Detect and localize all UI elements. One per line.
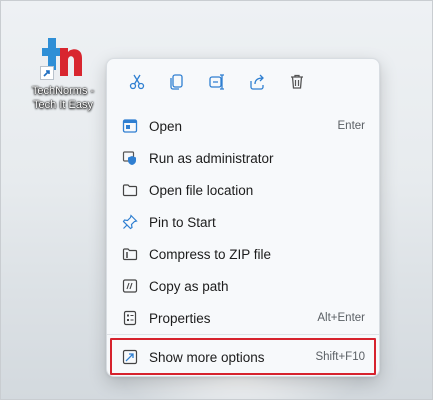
rename-icon bbox=[209, 74, 224, 90]
cut-icon bbox=[129, 74, 145, 90]
quick-actions-bar bbox=[107, 67, 379, 97]
properties-icon bbox=[121, 309, 139, 327]
menu-item-copy-as-path[interactable]: Copy as path bbox=[107, 270, 379, 302]
menu-item-label: Compress to ZIP file bbox=[149, 246, 272, 262]
pin-icon bbox=[121, 213, 139, 231]
shortcut-label-line1: TechNorms - bbox=[31, 85, 95, 97]
delete-button[interactable] bbox=[277, 67, 317, 97]
menu-item-shortcut: Enter bbox=[337, 120, 366, 132]
menu-item-run-as-administrator[interactable]: Run as administrator bbox=[107, 142, 379, 174]
delete-icon bbox=[291, 74, 303, 89]
menu-item-label: Open bbox=[149, 118, 183, 134]
menu-item-properties[interactable]: Properties Alt+Enter bbox=[107, 302, 379, 334]
zip-folder-icon bbox=[121, 245, 139, 263]
menu-item-compress-to-zip[interactable]: Compress to ZIP file bbox=[107, 238, 379, 270]
menu-item-label: Properties bbox=[149, 310, 211, 326]
cut-button[interactable] bbox=[117, 67, 157, 97]
rename-button[interactable] bbox=[197, 67, 237, 97]
shield-icon bbox=[121, 149, 139, 167]
menu-item-shortcut: Alt+Enter bbox=[317, 312, 365, 324]
copy-button[interactable] bbox=[157, 67, 197, 97]
share-button[interactable] bbox=[237, 67, 277, 97]
copy-icon bbox=[170, 74, 183, 90]
menu-item-open[interactable]: Open Enter bbox=[107, 110, 379, 142]
highlight-annotation-box bbox=[110, 338, 376, 375]
menu-item-label: Open file location bbox=[149, 182, 254, 198]
technorms-logo-icon bbox=[38, 32, 88, 80]
shortcut-label-line2: Tech It Easy bbox=[33, 99, 93, 111]
shortcut-arrow-icon bbox=[40, 66, 54, 80]
menu-item-open-file-location[interactable]: Open file location bbox=[107, 174, 379, 206]
share-icon bbox=[250, 74, 264, 90]
menu-item-label: Run as administrator bbox=[149, 150, 274, 166]
shortcut-label: TechNorms - Tech It Easy bbox=[26, 84, 100, 112]
menu-item-label: Pin to Start bbox=[149, 214, 216, 230]
folder-icon bbox=[121, 181, 139, 199]
menu-item-label: Copy as path bbox=[149, 278, 229, 294]
copy-path-icon bbox=[121, 277, 139, 295]
context-menu: Open Enter Run as administrator Open fil… bbox=[106, 58, 380, 377]
open-window-icon bbox=[121, 117, 139, 135]
menu-item-pin-to-start[interactable]: Pin to Start bbox=[107, 206, 379, 238]
menu-separator bbox=[107, 334, 379, 335]
menu-list: Open Enter Run as administrator Open fil… bbox=[107, 110, 379, 334]
desktop-shortcut[interactable]: TechNorms - Tech It Easy bbox=[26, 32, 100, 112]
